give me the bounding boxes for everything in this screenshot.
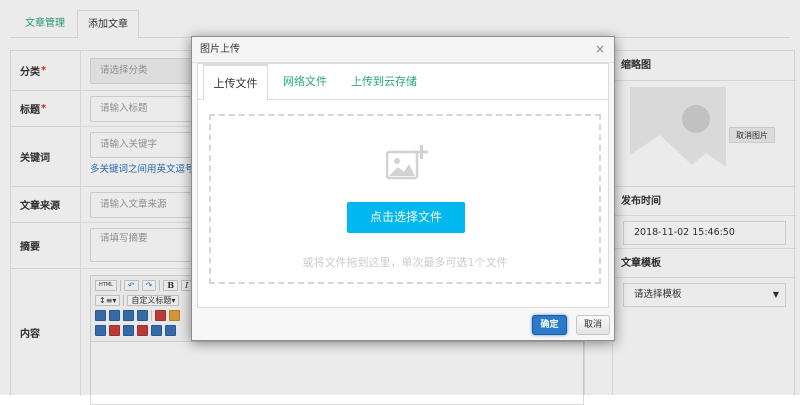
pick-file-button[interactable]: 点击选择文件 (347, 202, 465, 233)
tab-network-file[interactable]: 网络文件 (274, 64, 336, 101)
confirm-button[interactable]: 确定 (532, 315, 567, 335)
file-drop-zone[interactable]: 点击选择文件 或将文件拖到这里，单次最多可选1个文件 (209, 114, 601, 284)
image-upload-dialog: 图片上传 × 上传文件 网络文件 上传到云存储 点击选择文件 或将文件拖到这里，… (191, 36, 615, 341)
tab-cloud-storage[interactable]: 上传到云存储 (344, 64, 424, 101)
dialog-title: 图片上传 (200, 44, 240, 55)
upload-tabs: 上传文件 网络文件 上传到云存储 (198, 64, 608, 101)
tab-upload-file[interactable]: 上传文件 (203, 64, 268, 101)
cancel-button[interactable]: 取消 (576, 315, 610, 335)
dialog-body: 上传文件 网络文件 上传到云存储 点击选择文件 或将文件拖到这里，单次最多可选1… (197, 63, 609, 308)
dialog-header: 图片上传 (192, 37, 614, 63)
add-image-icon (386, 145, 428, 180)
close-icon[interactable]: × (593, 37, 607, 63)
drop-hint-text: 或将文件拖到这里，单次最多可选1个文件 (302, 256, 508, 269)
